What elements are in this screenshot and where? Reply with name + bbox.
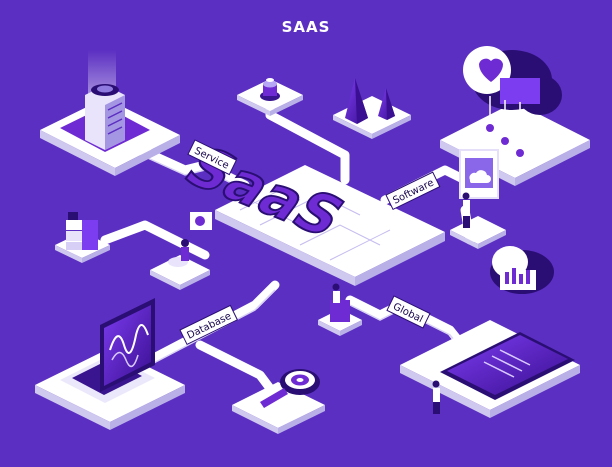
global-label-tag: Global: [386, 295, 431, 329]
software-person-platform[interactable]: [450, 149, 506, 249]
database-label-tag: Database: [179, 304, 239, 346]
software-label-tag: Software: [385, 171, 441, 211]
beacon-icon: [260, 78, 280, 101]
server-icon: [85, 84, 125, 150]
cloud-data-icon: [490, 246, 554, 294]
beacon-platform[interactable]: [237, 78, 303, 116]
magnifier-platform[interactable]: [232, 369, 325, 434]
person-icon: [332, 283, 340, 303]
person-icon: [462, 192, 470, 228]
global-person-platform[interactable]: [318, 283, 362, 337]
laptop-platform[interactable]: [35, 298, 185, 430]
database-stack-icon: [66, 212, 98, 250]
saas-isometric-scene: SaaS Service Software Database Global: [35, 46, 590, 434]
cone-platform[interactable]: [333, 78, 411, 139]
person-icon: [432, 380, 440, 414]
tablet-platform[interactable]: [400, 246, 580, 418]
